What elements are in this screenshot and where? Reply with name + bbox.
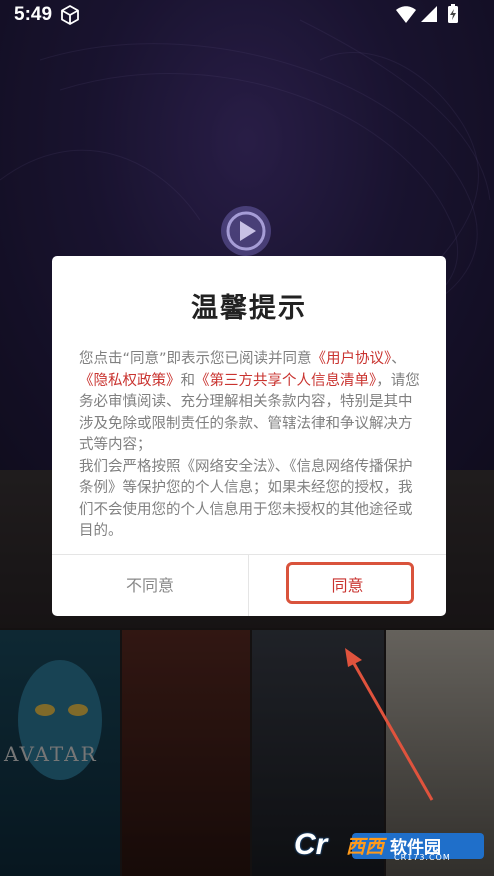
site-watermark: Cr 西西 软件园 CR173.COM [294, 826, 490, 866]
watermark-xixi: 西西 [346, 836, 385, 858]
annotation-arrow [345, 648, 434, 801]
arrow-shaft [350, 659, 434, 801]
watermark-brand: Cr [294, 828, 328, 861]
watermark-url: CR173.COM [394, 853, 451, 862]
arrow-head [345, 648, 362, 667]
